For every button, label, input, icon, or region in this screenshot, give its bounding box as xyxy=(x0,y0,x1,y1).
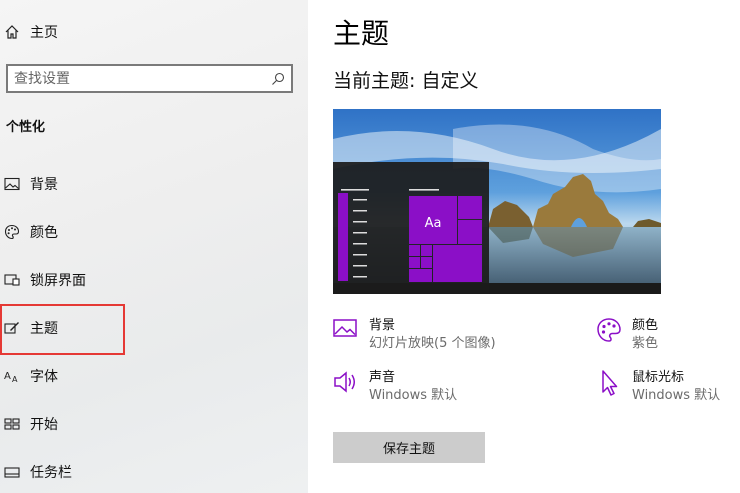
home-icon xyxy=(0,24,30,40)
palette-icon xyxy=(0,224,30,240)
sidebar-item-label: 字体 xyxy=(30,369,58,385)
svg-text:A: A xyxy=(12,375,18,383)
picture-icon xyxy=(333,317,369,353)
sidebar-item-label: 开始 xyxy=(30,417,58,433)
speaker-icon xyxy=(333,369,369,405)
selection-highlight xyxy=(0,304,125,355)
sidebar-item-background[interactable]: 背景 xyxy=(0,164,300,204)
sidebar-item-home[interactable]: 主页 xyxy=(0,12,300,52)
search-box[interactable] xyxy=(6,64,293,93)
theme-preview: Aa xyxy=(333,109,661,294)
page-title: 主题 xyxy=(333,17,390,50)
sidebar-item-label: 背景 xyxy=(30,177,58,193)
sidebar-item-lockscreen[interactable]: 锁屏界面 xyxy=(0,260,300,300)
font-icon: AA xyxy=(0,369,30,383)
property-value: 紫色 xyxy=(632,336,659,351)
property-value: 幻灯片放映(5 个图像) xyxy=(369,336,496,351)
palette-icon xyxy=(596,317,632,353)
sidebar-item-colors[interactable]: 颜色 xyxy=(0,212,300,252)
property-value: Windows 默认 xyxy=(632,388,721,403)
section-title: 个性化 xyxy=(6,120,46,135)
picture-icon xyxy=(0,177,30,191)
property-title: 声音 xyxy=(369,370,396,385)
property-title: 鼠标光标 xyxy=(632,370,685,385)
taskbar-icon xyxy=(0,465,30,479)
svg-text:A: A xyxy=(4,371,11,382)
search-input[interactable] xyxy=(14,70,264,87)
property-title: 颜色 xyxy=(632,318,659,333)
property-color[interactable]: 颜色 紫色 xyxy=(596,317,658,353)
current-theme-label: 当前主题: 自定义 xyxy=(333,70,479,92)
property-title: 背景 xyxy=(369,318,396,333)
sidebar-item-label: 锁屏界面 xyxy=(30,273,86,289)
search-icon[interactable] xyxy=(271,71,285,90)
preview-tile-text: Aa xyxy=(425,216,442,231)
theme-preview-image: Aa xyxy=(333,109,661,294)
save-theme-button[interactable]: 保存主题 xyxy=(333,432,485,463)
sidebar-item-start[interactable]: 开始 xyxy=(0,404,300,444)
sidebar-item-label: 颜色 xyxy=(30,225,58,241)
property-background[interactable]: 背景 幻灯片放映(5 个图像) xyxy=(333,317,496,353)
cursor-icon xyxy=(596,369,632,405)
start-icon xyxy=(0,417,30,431)
sidebar-item-taskbar[interactable]: 任务栏 xyxy=(0,452,300,492)
sidebar: 主页 个性化 背景 颜色 锁屏界面 主题 AA 字体 xyxy=(0,0,308,493)
property-sound[interactable]: 声音 Windows 默认 xyxy=(333,369,457,405)
sidebar-item-label: 任务栏 xyxy=(30,465,72,481)
property-value: Windows 默认 xyxy=(369,388,458,403)
property-mouse-cursor[interactable]: 鼠标光标 Windows 默认 xyxy=(596,369,720,405)
sidebar-item-label: 主页 xyxy=(30,25,58,41)
lockscreen-icon xyxy=(0,273,30,287)
sidebar-item-fonts[interactable]: AA 字体 xyxy=(0,356,300,396)
